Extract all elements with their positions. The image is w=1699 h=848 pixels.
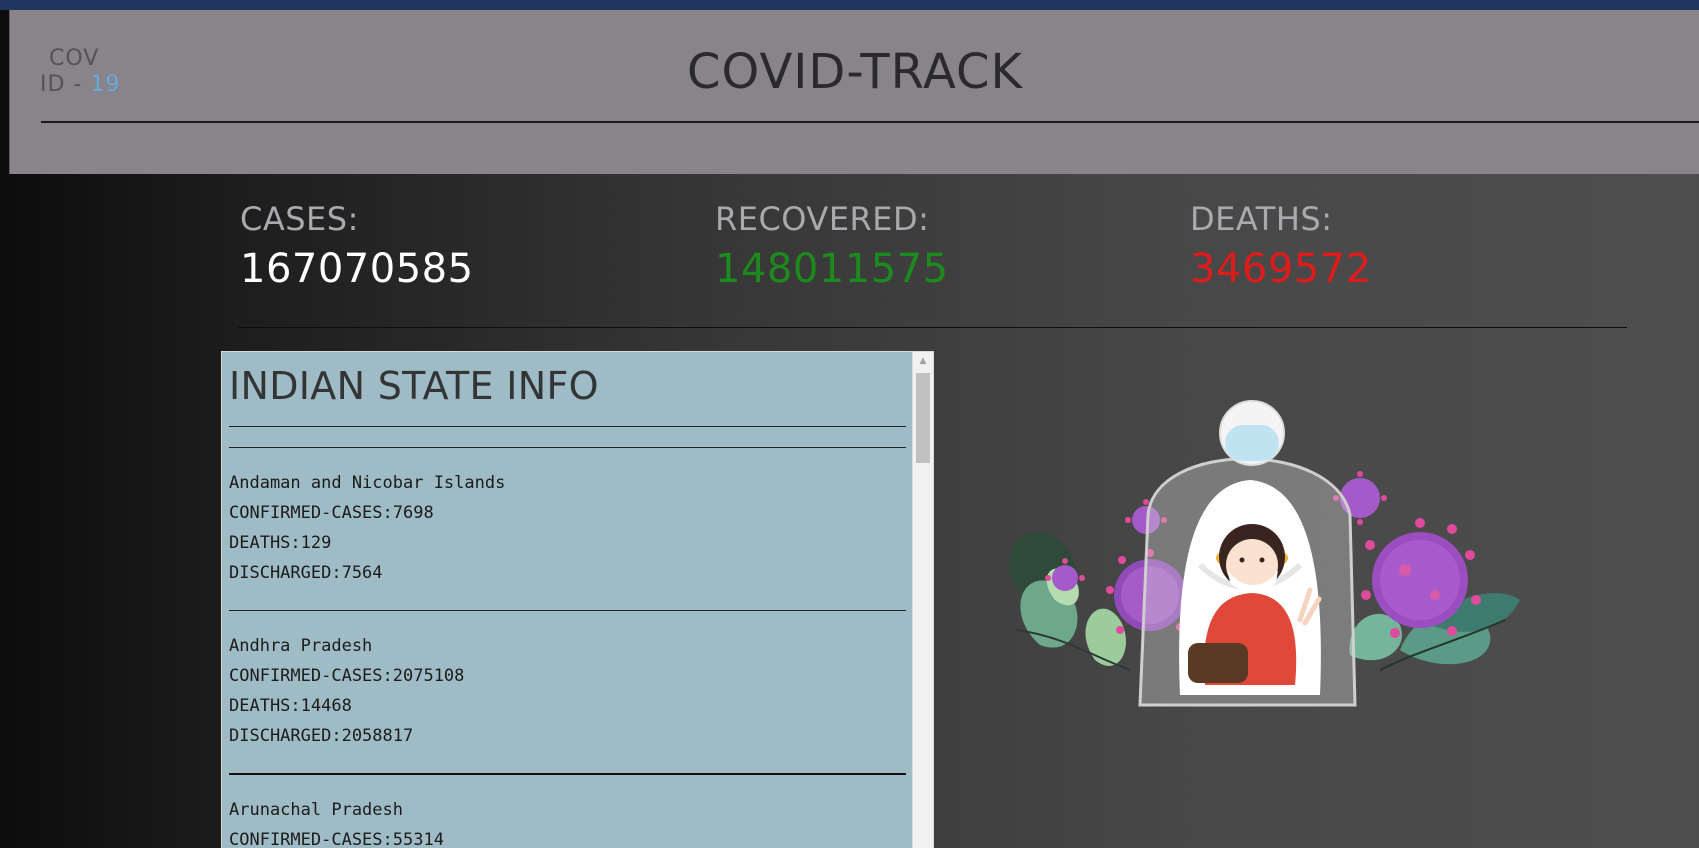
state-deaths: DEATHS:129	[229, 533, 332, 553]
state-confirmed: CONFIRMED-CASES:55314	[229, 830, 444, 848]
title-divider	[229, 426, 906, 427]
cases-value: 167070585	[240, 246, 474, 292]
scroll-up-arrow-icon[interactable]: ▲	[913, 354, 933, 368]
deaths-label: DEATHS:	[1190, 200, 1333, 238]
indian-state-info-panel[interactable]: INDIAN STATE INFO Andaman and Nicobar Is…	[221, 351, 934, 848]
deaths-value: 3469572	[1190, 246, 1372, 292]
recovered-label: RECOVERED:	[715, 200, 930, 238]
scroll-thumb[interactable]	[916, 373, 930, 463]
state-item: Arunachal Pradesh CONFIRMED-CASES:55314	[229, 775, 906, 848]
state-confirmed: CONFIRMED-CASES:2075108	[229, 666, 465, 686]
state-discharged: DISCHARGED:7564	[229, 563, 383, 583]
state-confirmed: CONFIRMED-CASES:7698	[229, 503, 434, 523]
state-item: Andhra Pradesh CONFIRMED-CASES:2075108 D…	[229, 611, 906, 751]
state-deaths: DEATHS:14468	[229, 696, 352, 716]
state-name: Andhra Pradesh	[229, 636, 373, 656]
leaves-left-icon	[1008, 532, 1131, 671]
recovered-stat: RECOVERED: 148011575	[715, 200, 949, 292]
recovered-value: 148011575	[715, 246, 949, 292]
panel-scrollbar[interactable]: ▲	[912, 352, 933, 848]
site-header: COV ID - 19 COVID-TRACK	[9, 10, 1699, 174]
state-name: Arunachal Pradesh	[229, 800, 403, 820]
state-name: Andaman and Nicobar Islands	[229, 473, 506, 493]
state-item: Andaman and Nicobar Islands CONFIRMED-CA…	[229, 448, 906, 588]
stats-divider	[238, 327, 1627, 328]
state-discharged: DISCHARGED:2058817	[229, 726, 414, 746]
panel-title: INDIAN STATE INFO	[229, 364, 599, 408]
top-accent-bar	[0, 0, 1699, 10]
header-divider	[41, 121, 1699, 123]
site-title: COVID-TRACK	[686, 44, 1024, 100]
covid-protection-illustration	[1008, 400, 1520, 707]
cases-stat: CASES: 167070585	[240, 200, 474, 292]
deaths-stat: DEATHS: 3469572	[1190, 200, 1372, 292]
cases-label: CASES:	[240, 200, 359, 238]
panel-content: INDIAN STATE INFO Andaman and Nicobar Is…	[229, 352, 906, 848]
